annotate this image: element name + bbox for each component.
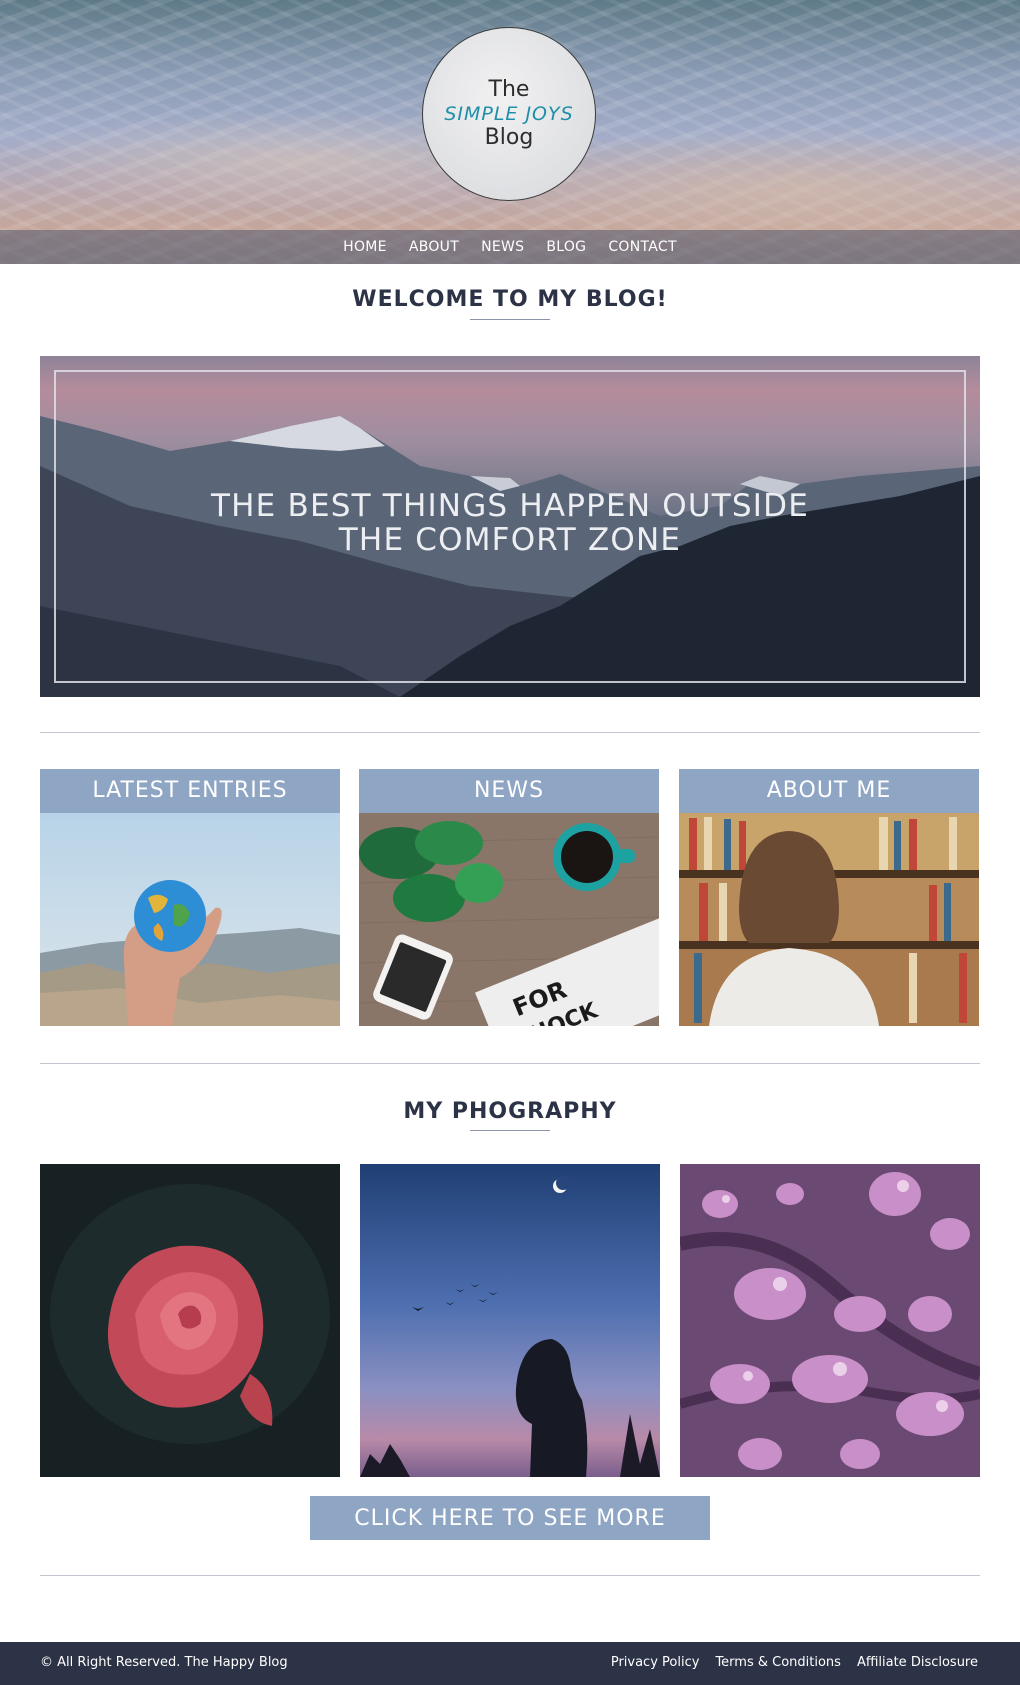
card-latest-entries[interactable]: LATEST ENTRIES <box>40 769 340 1026</box>
nav-item-about[interactable]: ABOUT <box>409 239 459 255</box>
hero-quote-line-2: THE COMFORT ZONE <box>338 522 682 558</box>
footer-copyright: © All Right Reserved. The Happy Blog <box>40 1655 288 1670</box>
photography-title-underline <box>470 1130 550 1131</box>
desk-items-image: FOR SHOCK <box>359 813 659 1026</box>
card-about-me[interactable]: ABOUT ME <box>679 769 979 1026</box>
logo-text-blog: Blog <box>484 125 534 150</box>
hero-quote: THE BEST THINGS HAPPEN OUTSIDE THE COMFO… <box>40 489 980 557</box>
section-divider <box>40 1063 980 1064</box>
footer-link-affiliate-disclosure[interactable]: Affiliate Disclosure <box>857 1655 978 1670</box>
footer-link-terms[interactable]: Terms & Conditions <box>715 1655 841 1670</box>
bookshelf-woman-image <box>679 813 979 1026</box>
nav-item-home[interactable]: HOME <box>343 239 387 255</box>
hero-banner: THE BEST THINGS HAPPEN OUTSIDE THE COMFO… <box>40 356 980 697</box>
photography-title: MY PHOGRAPHY <box>403 1099 617 1124</box>
see-more-button[interactable]: CLICK HERE TO SEE MORE <box>310 1496 710 1540</box>
photo-red-rose[interactable] <box>40 1164 340 1477</box>
footer-links: Privacy Policy Terms & Conditions Affili… <box>611 1655 978 1670</box>
photo-water-drops[interactable] <box>680 1164 980 1477</box>
welcome-title-underline <box>470 319 550 320</box>
footer-link-privacy-policy[interactable]: Privacy Policy <box>611 1655 700 1670</box>
card-title: ABOUT ME <box>679 769 979 813</box>
hero-quote-line-1: THE BEST THINGS HAPPEN OUTSIDE <box>211 488 809 524</box>
card-news[interactable]: NEWS FOR SHOCK <box>359 769 659 1026</box>
nav-item-news[interactable]: NEWS <box>481 239 524 255</box>
main-nav: HOME ABOUT NEWS BLOG CONTACT <box>0 230 1020 264</box>
hand-holding-globe-image <box>40 813 340 1026</box>
photo-silhouette-moon[interactable] <box>360 1164 660 1477</box>
section-divider <box>40 1575 980 1576</box>
logo-text-the: The <box>488 77 530 102</box>
site-header: The SIMPLE JOYS Blog HOME ABOUT NEWS BLO… <box>0 0 1020 264</box>
welcome-title: WELCOME TO MY BLOG! <box>352 287 668 312</box>
site-logo[interactable]: The SIMPLE JOYS Blog <box>422 27 596 201</box>
logo-text-simple-joys: SIMPLE JOYS <box>444 103 574 125</box>
section-divider <box>40 732 980 733</box>
site-footer: © All Right Reserved. The Happy Blog Pri… <box>0 1642 1020 1685</box>
card-title: NEWS <box>359 769 659 813</box>
nav-item-blog[interactable]: BLOG <box>546 239 586 255</box>
nav-item-contact[interactable]: CONTACT <box>608 239 677 255</box>
card-title: LATEST ENTRIES <box>40 769 340 813</box>
